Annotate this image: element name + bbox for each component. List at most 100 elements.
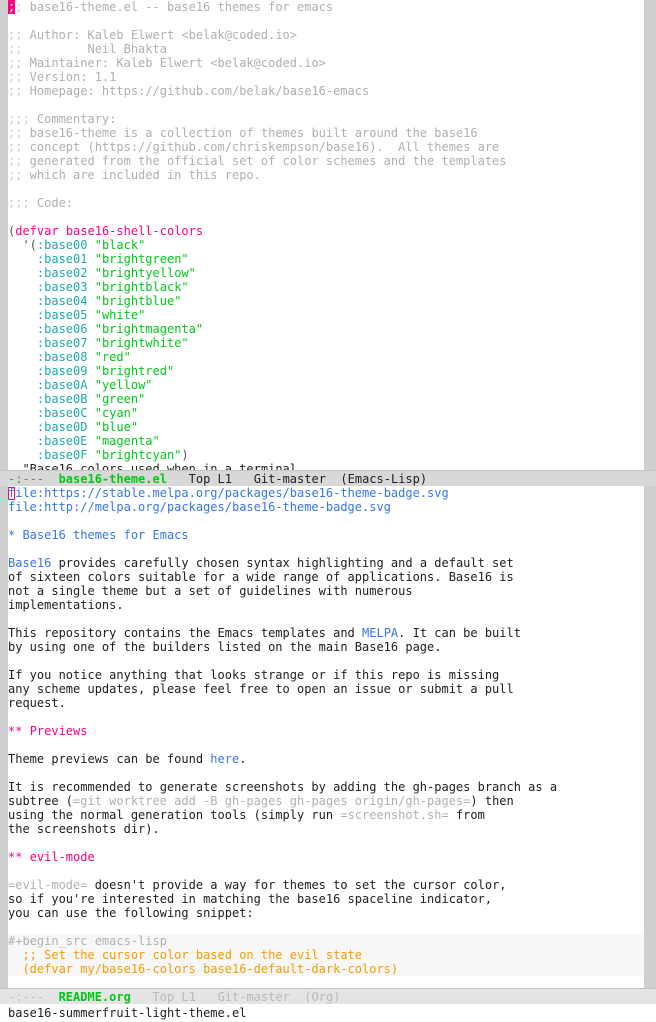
text-line[interactable]: :base0B "green" — [8, 392, 644, 406]
modeline-segment: base16-theme.el — [58, 472, 167, 486]
text-line[interactable]: This repository contains the Emacs templ… — [8, 626, 644, 640]
text-span — [87, 406, 94, 420]
text-line[interactable]: the screenshots dir). — [8, 822, 644, 836]
text-line[interactable]: (defvar my/base16-colors base16-default-… — [8, 962, 644, 976]
text-line[interactable]: #+begin_src emacs-lisp — [8, 934, 644, 948]
text-line[interactable]: ;; generated from the official set of co… — [8, 154, 644, 168]
text-line[interactable] — [8, 920, 644, 934]
text-line[interactable]: by using one of the builders listed on t… — [8, 640, 644, 654]
text-line[interactable]: :base04 "brightblue" — [8, 294, 644, 308]
modeline-segment — [290, 990, 304, 1004]
text-line[interactable]: ;;; Commentary: — [8, 112, 644, 126]
text-line[interactable]: :base02 "brightyellow" — [8, 266, 644, 280]
text-line[interactable]: ;; concept (https://github.com/chriskemp… — [8, 140, 644, 154]
window-base16-theme-el[interactable]: ;; base16-theme.el -- base16 themes for … — [0, 0, 656, 486]
text-line[interactable]: of sixteen colors suitable for a wide ra… — [8, 570, 644, 584]
text-span: defvar — [15, 224, 59, 238]
text-span: '( — [8, 238, 37, 252]
text-line[interactable]: :base0E "magenta" — [8, 434, 644, 448]
text-line[interactable]: ;; Neil Bhakta — [8, 42, 644, 56]
text-span — [8, 350, 37, 364]
text-line[interactable]: ;; base16-theme is a collection of theme… — [8, 126, 644, 140]
text-line[interactable] — [8, 654, 644, 668]
text-line[interactable]: :base03 "brightblack" — [8, 280, 644, 294]
text-line[interactable]: :base01 "brightgreen" — [8, 252, 644, 266]
text-line[interactable]: (defvar base16-shell-colors — [8, 224, 644, 238]
text-line[interactable]: implementations. — [8, 598, 644, 612]
text-line[interactable]: "Base16 colors used when in a terminal. — [8, 462, 644, 470]
text-line[interactable]: ** evil-mode — [8, 850, 644, 864]
text-line[interactable] — [8, 864, 644, 878]
text-line[interactable]: It is recommended to generate screenshot… — [8, 780, 644, 794]
text-line[interactable]: If you notice anything that looks strang… — [8, 668, 644, 682]
text-line[interactable]: :base0F "brightcyan") — [8, 448, 644, 462]
text-line[interactable]: ;; Homepage: https://github.com/belak/ba… — [8, 84, 644, 98]
text-line[interactable]: subtree (=git worktree add -B gh-pages g… — [8, 794, 644, 808]
text-line[interactable]: using the normal generation tools (simpl… — [8, 808, 644, 822]
buffer-text-base16-theme-el[interactable]: ;; base16-theme.el -- base16 themes for … — [0, 0, 656, 470]
window-readme-org[interactable]: file:https://stable.melpa.org/packages/b… — [0, 486, 656, 1004]
text-line[interactable]: ;; base16-theme.el -- base16 themes for … — [8, 0, 644, 14]
text-span: If you notice anything that looks strang… — [8, 668, 500, 682]
text-line[interactable]: file:http://melpa.org/packages/base16-th… — [8, 500, 644, 514]
buffer-text-readme-org[interactable]: file:https://stable.melpa.org/packages/b… — [0, 486, 656, 988]
text-span — [8, 252, 37, 266]
text-span: implementations. — [8, 598, 124, 612]
text-line[interactable] — [8, 14, 644, 28]
text-line[interactable]: '(:base00 "black" — [8, 238, 644, 252]
text-line[interactable]: ;; Author: Kaleb Elwert <belak@coded.io> — [8, 28, 644, 42]
text-line[interactable]: :base0C "cyan" — [8, 406, 644, 420]
text-span: ile:https://stable.melpa.org/packages/ba… — [15, 486, 449, 500]
text-line[interactable]: ;; which are included in this repo. — [8, 168, 644, 182]
text-line[interactable] — [8, 738, 644, 752]
right-fringe[interactable] — [644, 0, 656, 470]
text-line[interactable]: ;; Set the cursor color based on the evi… — [8, 948, 644, 962]
text-line[interactable] — [8, 542, 644, 556]
text-span: Previews — [29, 724, 88, 738]
text-line[interactable]: :base0A "yellow" — [8, 378, 644, 392]
text-line[interactable]: so if you're interested in matching the … — [8, 892, 644, 906]
text-line[interactable]: ** Previews — [8, 724, 644, 738]
text-line[interactable]: :base07 "brightwhite" — [8, 336, 644, 350]
text-line[interactable]: ;;; Code: — [8, 196, 644, 210]
text-line[interactable]: :base05 "white" — [8, 308, 644, 322]
text-line[interactable]: any scheme updates, please feel free to … — [8, 682, 644, 696]
text-line[interactable] — [8, 514, 644, 528]
modeline-base16-theme-el[interactable]: -:--- base16-theme.el Top L1 Git-master … — [0, 470, 656, 486]
text-span: :base09 — [36, 364, 88, 378]
text-line[interactable] — [8, 612, 644, 626]
text-span — [87, 294, 94, 308]
text-line[interactable]: * Base16 themes for Emacs — [8, 528, 644, 542]
text-line[interactable]: =evil-mode= doesn't provide a way for th… — [8, 878, 644, 892]
text-span: :base08 — [36, 350, 88, 364]
modeline-segment: Git-master — [217, 990, 290, 1004]
code-lines[interactable]: ;; base16-theme.el -- base16 themes for … — [8, 0, 644, 470]
org-lines[interactable]: file:https://stable.melpa.org/packages/b… — [8, 486, 644, 988]
text-line[interactable]: :base09 "brightred" — [8, 364, 644, 378]
text-line[interactable]: :base0D "blue" — [8, 420, 644, 434]
modeline-readme-org[interactable]: -:--- README.org Top L1 Git-master (Org) — [0, 988, 656, 1004]
text-line[interactable] — [8, 182, 644, 196]
text-line[interactable]: Theme previews can be found here. — [8, 752, 644, 766]
text-span: evil-mode — [29, 850, 95, 864]
text-line[interactable]: Base16 provides carefully chosen syntax … — [8, 556, 644, 570]
text-line[interactable]: ;; Version: 1.1 — [8, 70, 644, 84]
echo-area: base16-summerfruit-light-theme.el — [0, 1004, 656, 1022]
text-line[interactable] — [8, 766, 644, 780]
text-line[interactable] — [8, 98, 644, 112]
text-span — [87, 364, 94, 378]
text-line[interactable]: file:https://stable.melpa.org/packages/b… — [8, 486, 644, 500]
text-line[interactable] — [8, 836, 644, 850]
text-line[interactable]: :base06 "brightmagenta" — [8, 322, 644, 336]
text-line[interactable]: ;; Maintainer: Kaleb Elwert <belak@coded… — [8, 56, 644, 70]
text-line[interactable] — [8, 710, 644, 724]
text-line[interactable] — [8, 210, 644, 224]
right-fringe-2[interactable] — [644, 486, 656, 988]
text-line[interactable]: :base08 "red" — [8, 350, 644, 364]
text-span — [87, 238, 94, 252]
text-span: ) — [181, 448, 189, 462]
text-line[interactable]: not a single theme but a set of guidelin… — [8, 584, 644, 598]
text-span: :base00 — [36, 238, 88, 252]
text-line[interactable]: you can use the following snippet: — [8, 906, 644, 920]
text-line[interactable]: request. — [8, 696, 644, 710]
